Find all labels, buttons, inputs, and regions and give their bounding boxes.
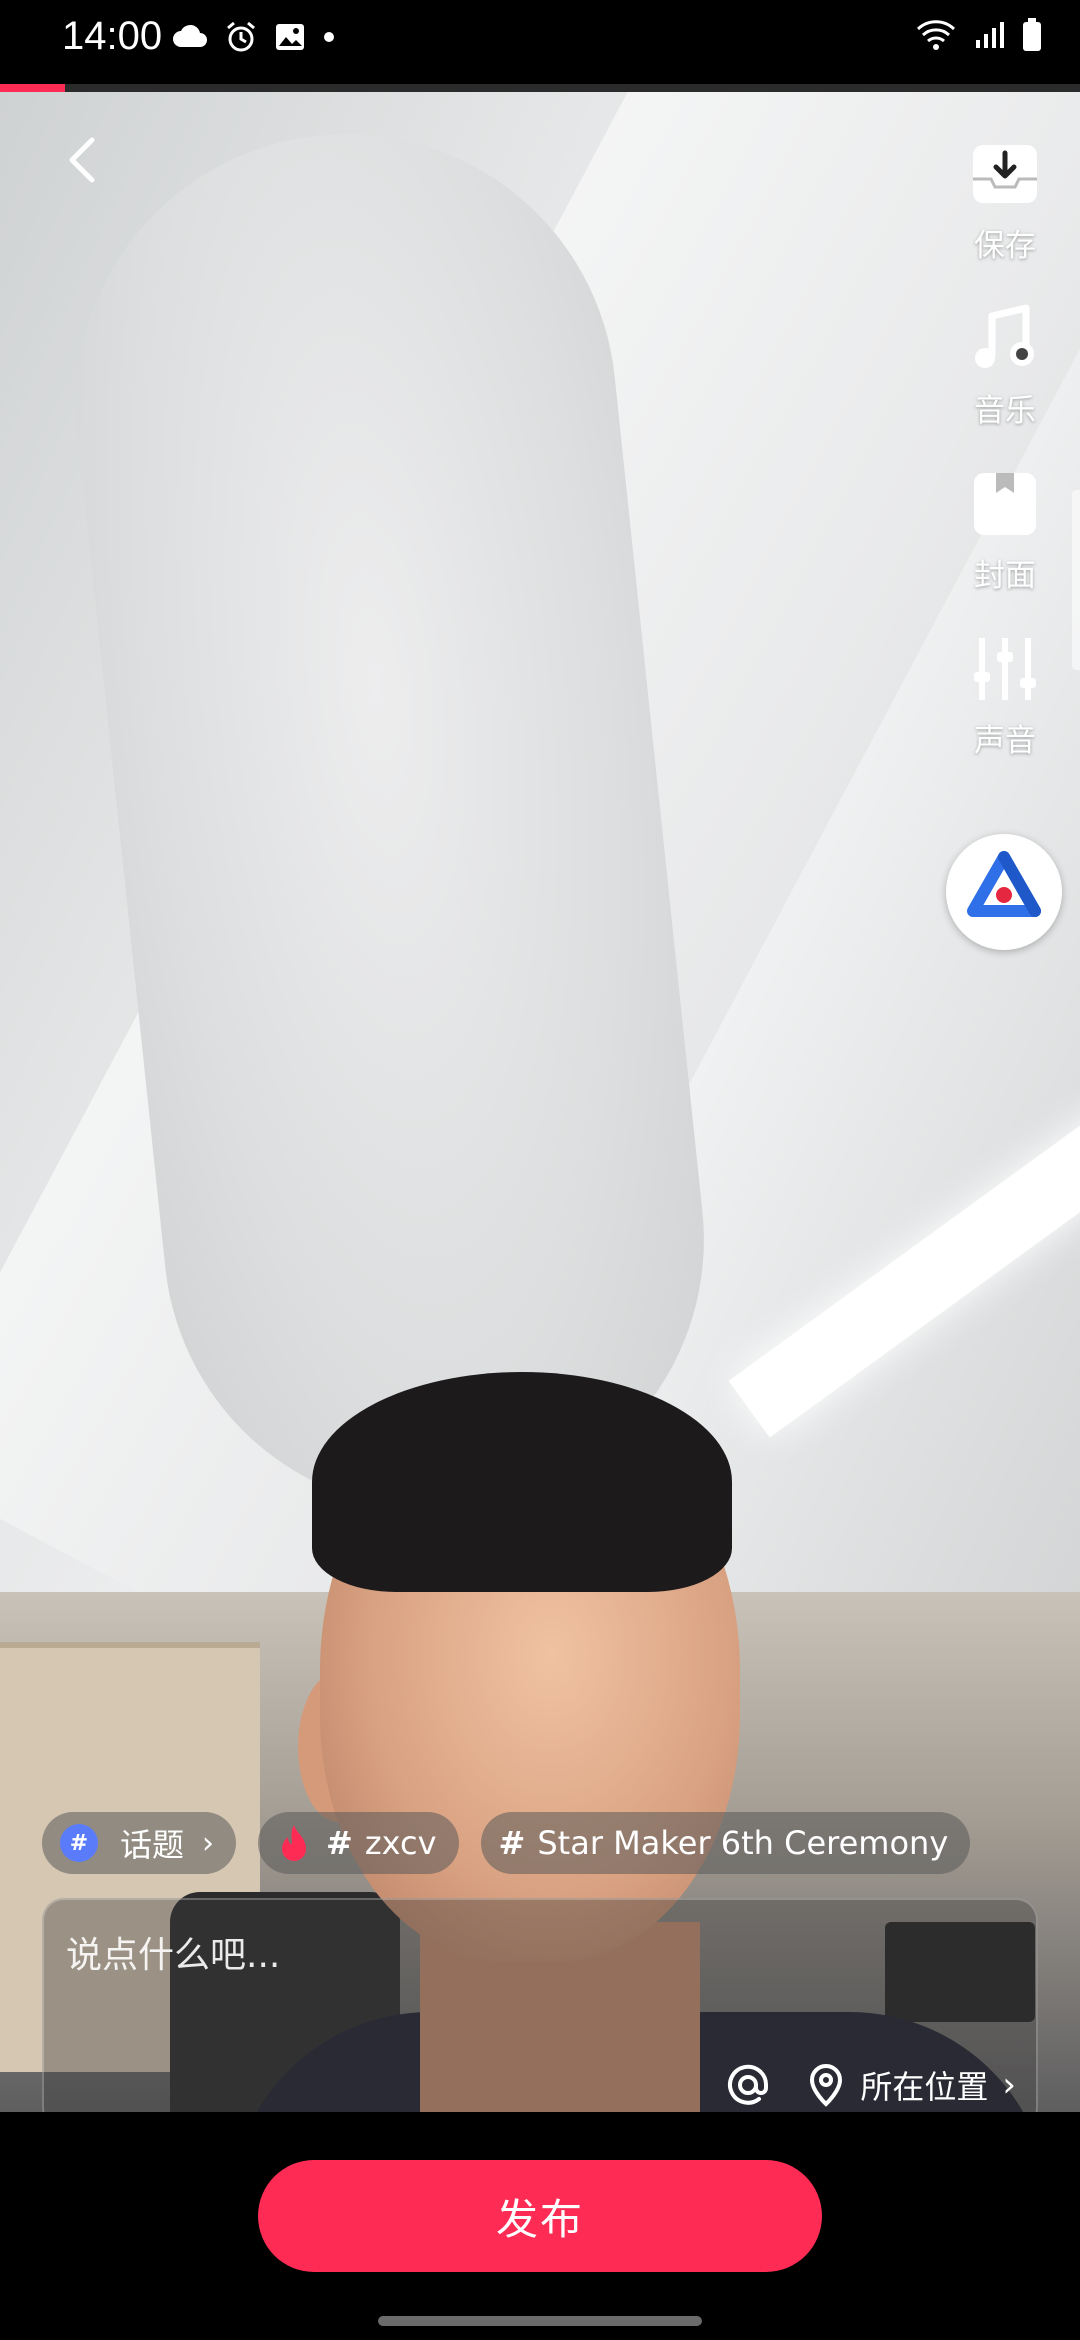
hashtag-chip-zxcv[interactable]: # zxcv [258, 1812, 459, 1874]
topic-chip[interactable]: # 话题 › [42, 1812, 237, 1874]
hashtag-chip-label: Star Maker 6th Ceremony [537, 1824, 949, 1862]
sound-button[interactable]: 声音 [950, 633, 1060, 760]
video-preview[interactable] [0, 92, 1080, 2112]
hashtag-chip-row: # 话题 › # zxcv # Star Maker 6th Ceremony [42, 1812, 971, 1874]
cloud-icon [173, 24, 207, 47]
hashtag-chip-label: zxcv [364, 1824, 437, 1862]
upload-progress-bar [0, 84, 1080, 92]
status-bar: 14:00 [0, 0, 1080, 80]
person-hair [312, 1372, 732, 1592]
upload-progress-fill [0, 84, 65, 92]
chevron-right-icon: › [1002, 2065, 1016, 2105]
ai-assistant-button[interactable] [946, 834, 1062, 950]
location-label: 所在位置 [860, 2068, 989, 2106]
status-notification-icons [172, 20, 336, 54]
hashtag-badge-icon: # [60, 1824, 98, 1862]
location-button[interactable]: 所在位置 › [806, 2062, 1016, 2108]
cover-icon [969, 468, 1041, 540]
chevron-right-icon: › [202, 1825, 215, 1861]
sound-mixer-icon [969, 633, 1041, 705]
signal-icon [976, 22, 1004, 48]
dot-icon [324, 32, 334, 42]
tool-rail: 保存 音乐 封面 声音 [950, 138, 1060, 798]
hash-icon: # [326, 1824, 353, 1862]
chevron-left-icon [69, 137, 95, 183]
ceiling-light [728, 1016, 1080, 1438]
save-button[interactable]: 保存 [950, 138, 1060, 265]
save-label: 保存 [974, 228, 1036, 264]
caption-input[interactable] [66, 1920, 996, 1990]
cover-label: 封面 [974, 558, 1036, 594]
hashtag-chip-star-maker[interactable]: # Star Maker 6th Ceremony [480, 1812, 971, 1874]
sound-label: 声音 [974, 723, 1036, 759]
music-icon [969, 303, 1041, 375]
music-button[interactable]: 音乐 [950, 303, 1060, 430]
battery-icon [1023, 18, 1041, 51]
location-pin-icon [810, 2064, 843, 2107]
cover-button[interactable]: 封面 [950, 468, 1060, 595]
ai-logo-icon [967, 851, 1041, 917]
save-icon [969, 138, 1041, 210]
caption-box: 所在位置 › [42, 1898, 1038, 2130]
caption-actions: 所在位置 › [726, 2062, 1016, 2108]
mention-icon[interactable] [726, 2063, 770, 2107]
home-indicator[interactable] [378, 2316, 702, 2326]
music-label: 音乐 [974, 393, 1036, 429]
side-panel-handle[interactable] [1072, 490, 1080, 670]
topic-chip-label: 话题 [120, 1826, 185, 1864]
back-button[interactable] [52, 130, 112, 190]
wifi-icon [916, 20, 956, 50]
alarm-icon [227, 21, 255, 52]
status-system-icons [916, 18, 1042, 52]
hash-icon: # [498, 1824, 526, 1862]
gallery-icon [276, 24, 304, 50]
publish-button[interactable]: 发布 [258, 2160, 822, 2272]
status-time: 14:00 [62, 14, 163, 58]
hot-flame-icon [282, 1825, 307, 1861]
